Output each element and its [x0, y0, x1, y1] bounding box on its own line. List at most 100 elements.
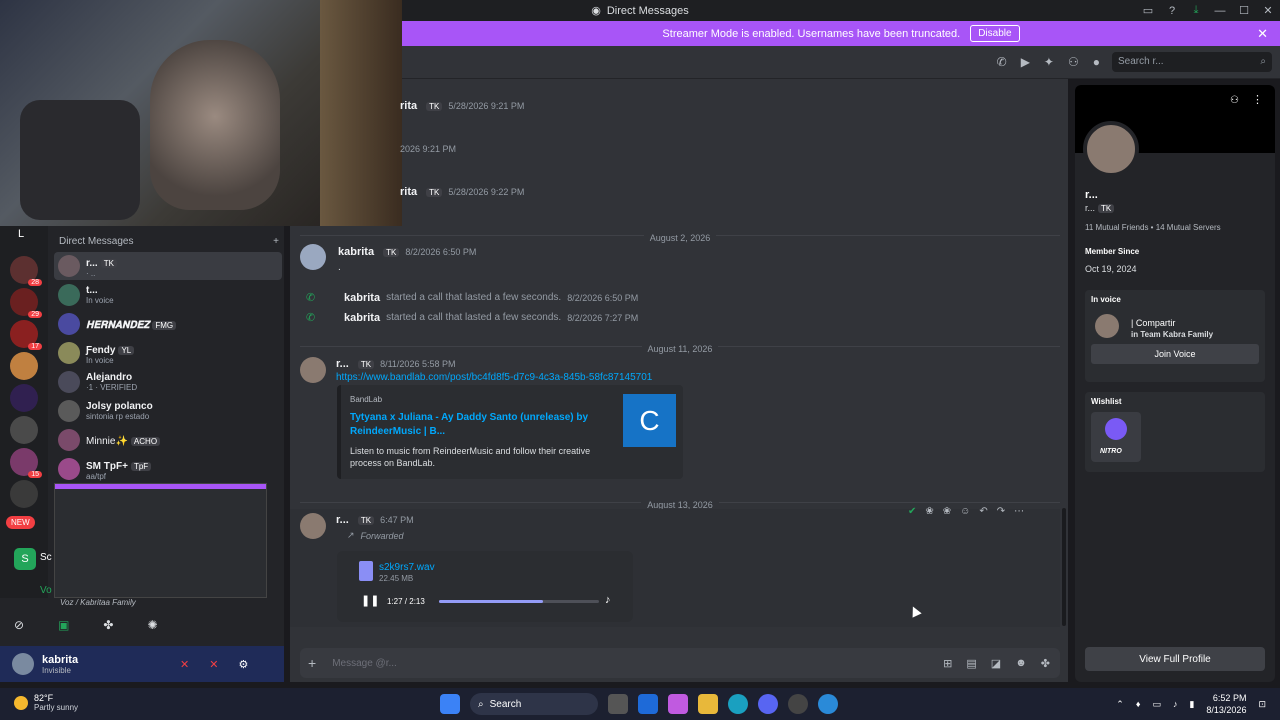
server-icon[interactable]	[10, 416, 38, 444]
video-call-icon[interactable]: ▶	[1021, 55, 1030, 69]
profile-toggle-icon[interactable]: ●	[1093, 55, 1100, 69]
voice-call-icon[interactable]: ✆	[997, 55, 1007, 69]
message-input[interactable]: Message @r...	[332, 658, 397, 669]
message-author[interactable]: r...	[336, 358, 349, 370]
tray-expand-icon[interactable]: ⌃	[1116, 699, 1124, 710]
reaction-check-icon[interactable]: ✔	[908, 506, 916, 517]
apps-icon[interactable]: ✤	[1041, 657, 1050, 670]
join-voice-button[interactable]: Join Voice	[1091, 344, 1259, 364]
disable-streamer-button[interactable]: Disable	[970, 25, 1020, 42]
volume-icon[interactable]: ♪	[1173, 699, 1178, 709]
dm-item[interactable]: SM TpF+ TpF aa/tpf	[54, 455, 282, 483]
dm-item[interactable]: Alejandro ·1 · VERIFIED	[54, 368, 282, 396]
dm-item[interactable]: Ƒendy YL In voice	[54, 339, 282, 367]
gift-icon[interactable]: ⊞	[943, 657, 952, 670]
avatar[interactable]	[300, 357, 326, 383]
server-icon[interactable]: 29	[10, 288, 42, 318]
dm-item[interactable]: Minnie✨ ACHO	[54, 426, 282, 454]
obs-icon[interactable]	[788, 694, 808, 714]
preview-top-bar	[55, 484, 266, 489]
volume-icon[interactable]: ♪	[605, 594, 611, 606]
dm-item[interactable]: t... In voice	[54, 281, 282, 309]
gif-icon[interactable]: ▤	[966, 657, 976, 670]
deafen-icon[interactable]: ✕	[209, 658, 218, 671]
more-icon[interactable]: ⋮	[1252, 93, 1263, 106]
mutuals-row[interactable]: 11 Mutual Friends • 14 Mutual Servers	[1085, 223, 1221, 232]
mic-muted-icon[interactable]: ✕	[180, 658, 189, 671]
avatar[interactable]	[300, 244, 326, 270]
taskbar-search[interactable]: ⌕ Search	[470, 693, 598, 715]
task-view-icon[interactable]	[608, 694, 628, 714]
add-friend-icon[interactable]: ⚇	[1230, 95, 1239, 106]
mutual-friends[interactable]: 11 Mutual Friends	[1085, 223, 1148, 232]
avatar[interactable]	[12, 653, 34, 675]
download-icon[interactable]: ⤓	[1184, 4, 1208, 17]
add-friend-icon[interactable]: ⚇	[1068, 55, 1079, 69]
network-icon[interactable]: ▭	[1152, 699, 1161, 710]
edge-icon[interactable]	[728, 694, 748, 714]
message-link[interactable]: https://www.bandlab.com/post/bc4fd8f5-d7…	[336, 372, 652, 383]
weather-widget[interactable]: 82°F Partly sunny	[14, 693, 78, 712]
more-icon[interactable]: ⋯	[1014, 506, 1024, 517]
activities-icon[interactable]: ✤	[103, 618, 113, 632]
pause-icon[interactable]: ❚❚	[361, 594, 379, 607]
sticker-icon[interactable]: ◪	[991, 657, 1001, 670]
avatar[interactable]	[300, 513, 326, 539]
inbox-icon[interactable]: ▭	[1136, 4, 1160, 17]
embed-thumbnail[interactable]: C	[623, 394, 676, 447]
server-icon[interactable]: 15	[10, 448, 42, 478]
discord-taskbar-icon[interactable]	[758, 694, 778, 714]
app-icon[interactable]	[818, 694, 838, 714]
close-window-button[interactable]: ✕	[1256, 4, 1280, 17]
close-banner-icon[interactable]: ✕	[1257, 26, 1268, 42]
profile-avatar[interactable]	[1083, 121, 1139, 177]
screen-share-icon[interactable]: ▣	[58, 618, 69, 632]
server-icon[interactable]: 17	[10, 320, 42, 350]
server-icon[interactable]	[10, 352, 38, 380]
minimize-button[interactable]: —	[1208, 5, 1232, 17]
create-dm-button[interactable]: +	[273, 236, 279, 247]
copilot-icon[interactable]	[668, 694, 688, 714]
server-icon[interactable]: S	[14, 548, 36, 570]
message-composer[interactable]: + Message @r... ⊞ ▤ ◪ ☻ ✤	[300, 648, 1060, 678]
pin-icon[interactable]: ✦	[1044, 55, 1054, 69]
outlook-icon[interactable]	[638, 694, 658, 714]
attach-plus-icon[interactable]: +	[308, 655, 316, 671]
clan-tag: TK	[357, 515, 375, 525]
start-icon[interactable]	[440, 694, 460, 714]
help-icon[interactable]: ?	[1160, 5, 1184, 17]
system-tray: ⌃ ♦ ▭ ♪ ▮ 6:52 PM 8/13/2026 ⊡	[1116, 692, 1266, 716]
microphone-icon[interactable]: ♦	[1136, 699, 1141, 709]
reaction-icon[interactable]: ❀	[925, 506, 933, 517]
forward-icon[interactable]: ↷	[997, 506, 1005, 517]
message-author[interactable]: kabrita	[338, 246, 374, 258]
maximize-button[interactable]: ☐	[1232, 4, 1256, 17]
soundboard-icon[interactable]: ✺	[147, 618, 157, 632]
mutual-servers[interactable]: 14 Mutual Servers	[1156, 223, 1221, 232]
embed-title[interactable]: Tytyana x Juliana - Ay Daddy Santo (unre…	[350, 411, 610, 439]
screen-share-preview[interactable]	[54, 483, 267, 598]
dm-item[interactable]: 𝐇𝐄𝐑𝐍𝐀𝐍𝐃𝐄𝐙 FMG	[54, 310, 282, 338]
battery-icon[interactable]: ▮	[1189, 699, 1194, 710]
search-input[interactable]: Search r... ⌕	[1112, 52, 1272, 72]
dm-item[interactable]: r... TK · ..	[54, 252, 282, 280]
wishlist-item[interactable]: NITRO	[1091, 412, 1141, 462]
server-icon[interactable]: 28	[10, 256, 42, 286]
reply-icon[interactable]: ↶	[979, 506, 987, 517]
settings-icon[interactable]: ⚙	[238, 658, 248, 671]
audio-progress-bar[interactable]	[439, 600, 599, 603]
chat-scrollbar[interactable]	[1062, 508, 1066, 626]
notification-icon[interactable]: ⊡	[1258, 699, 1266, 710]
server-icon[interactable]	[10, 384, 38, 412]
add-reaction-icon[interactable]: ☺	[960, 506, 970, 517]
view-full-profile-button[interactable]: View Full Profile	[1085, 647, 1265, 671]
audio-filename[interactable]: s2k9rs7.wav	[379, 562, 435, 573]
emoji-icon[interactable]: ☻	[1015, 657, 1027, 670]
reaction-icon[interactable]: ❀	[943, 506, 951, 517]
server-icon[interactable]	[10, 480, 38, 508]
clock[interactable]: 6:52 PM 8/13/2026	[1206, 692, 1246, 716]
camera-off-icon[interactable]: ⊘	[14, 618, 24, 632]
dm-item[interactable]: Jolsy polanco sintonia rp estado	[54, 397, 282, 425]
message-author[interactable]: r...	[336, 514, 349, 526]
file-explorer-icon[interactable]	[698, 694, 718, 714]
